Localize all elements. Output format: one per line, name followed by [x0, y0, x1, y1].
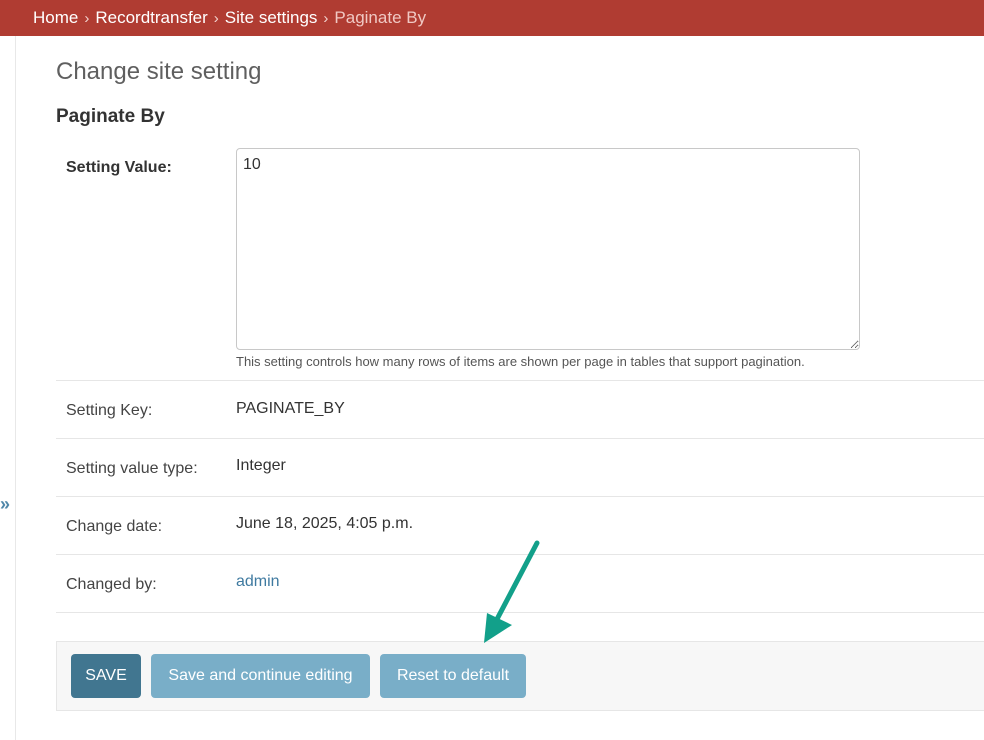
changed-by-label: Changed by: [66, 576, 157, 593]
breadcrumb-separator: › [323, 9, 329, 27]
change-date-value: June 18, 2025, 4:05 p.m. [236, 515, 414, 532]
setting-key-row: Setting Key: PAGINATE_BY [56, 381, 984, 439]
setting-key-label: Setting Key: [66, 402, 153, 419]
change-date-label: Change date: [66, 518, 163, 535]
setting-value-help-text: This setting controls how many rows of i… [236, 354, 805, 369]
setting-value-input[interactable]: 10 [236, 148, 860, 350]
value-type-label: Setting value type: [66, 460, 198, 477]
breadcrumb-current: Paginate By [334, 8, 427, 27]
object-title: Paginate By [56, 106, 165, 127]
setting-key-value: PAGINATE_BY [236, 400, 345, 417]
sidebar-divider [15, 36, 16, 740]
breadcrumb-separator: › [84, 9, 90, 27]
changed-by-user-link[interactable]: admin [236, 573, 280, 591]
breadcrumb-separator: › [213, 9, 219, 27]
breadcrumb: Home › Recordtransfer › Site settings › … [0, 0, 984, 36]
double-chevron-right-icon[interactable]: » [0, 493, 12, 515]
breadcrumb-home[interactable]: Home [33, 8, 78, 28]
value-type-value: Integer [236, 457, 286, 474]
save-and-continue-button[interactable]: Save and continue editing [151, 654, 370, 698]
value-type-row: Setting value type: Integer [56, 439, 984, 497]
save-button[interactable]: SAVE [71, 654, 141, 698]
page-title: Change site setting [56, 58, 262, 85]
setting-value-label: Setting Value: [66, 159, 172, 176]
submit-row: SAVE Save and continue editing Reset to … [56, 641, 984, 711]
admin-page: Home › Recordtransfer › Site settings › … [0, 0, 984, 740]
setting-value-row: Setting Value: 10 This setting controls … [56, 140, 984, 381]
arrow-icon [484, 540, 540, 643]
arrow-shaft [492, 540, 540, 626]
breadcrumb-recordtransfer[interactable]: Recordtransfer [95, 8, 207, 28]
breadcrumb-site-settings[interactable]: Site settings [225, 8, 318, 28]
reset-to-default-button[interactable]: Reset to default [380, 654, 526, 698]
